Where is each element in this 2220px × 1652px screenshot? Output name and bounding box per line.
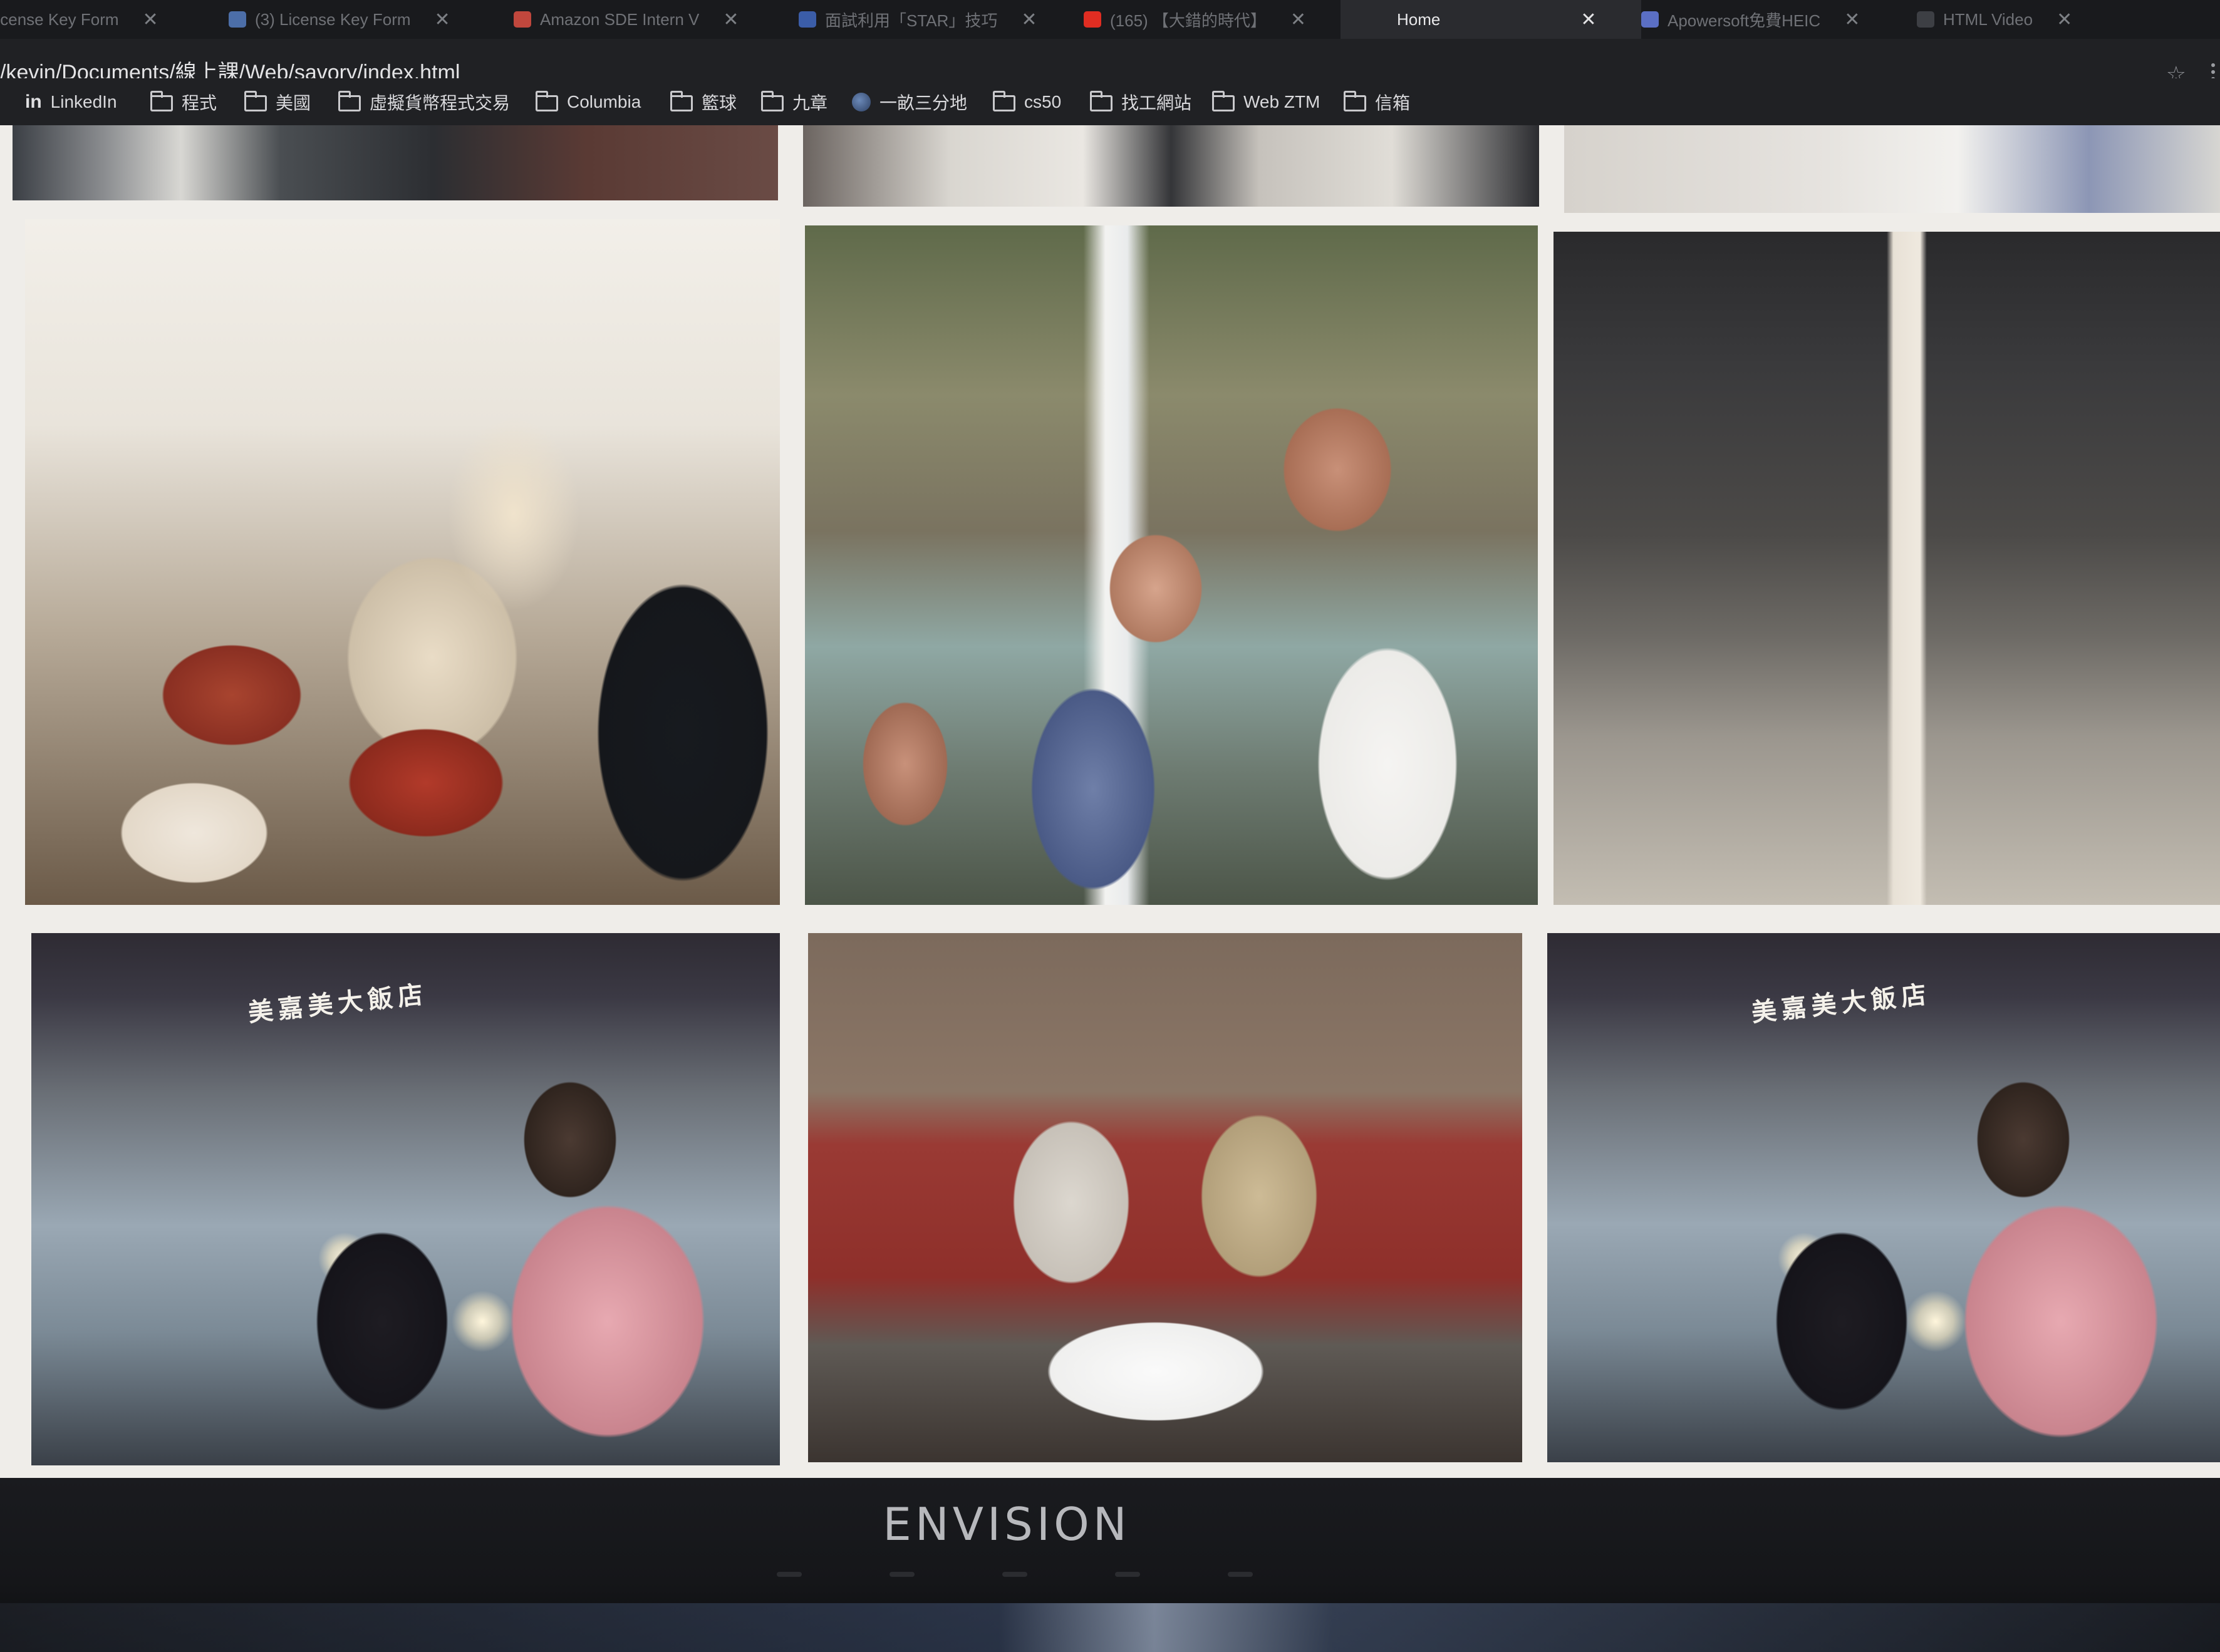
tab-html-video[interactable]: HTML Video ✕ <box>1917 0 2072 39</box>
bookmarks-bar: in LinkedIn 程式 美國 虛擬貨幣程式交易 Columbia 籃球 九… <box>0 78 2220 125</box>
bookmark-linkedin[interactable]: in LinkedIn <box>25 78 117 125</box>
gallery-photo[interactable] <box>803 125 1539 207</box>
hotel-sign-text: 美嘉美大飯店 <box>1750 980 1933 1028</box>
youtube-favicon-icon <box>1084 11 1101 28</box>
gallery-photo-waterfall-selfie[interactable] <box>805 225 1538 905</box>
bookmark-label: Columbia <box>567 91 641 111</box>
tab-star[interactable]: 面試利用「STAR」技巧 ✕ <box>799 0 1037 39</box>
bookmark-label: 找工網站 <box>1121 93 1192 113</box>
folder-icon <box>338 90 361 111</box>
monitor-button <box>1115 1572 1140 1577</box>
monitor-button <box>1228 1572 1253 1577</box>
photo-of-monitor: License Key Form ✕ (3) License Key Form … <box>0 0 2220 1652</box>
tab-home[interactable]: Home ✕ <box>1397 0 1597 39</box>
close-icon[interactable]: ✕ <box>143 9 158 31</box>
bookmark-folder-jobsites[interactable]: 找工網站 <box>1090 78 1191 125</box>
bookmark-label: cs50 <box>1024 91 1062 111</box>
page-favicon-icon <box>799 11 816 28</box>
tab-amazon[interactable]: Amazon SDE Intern V ✕ <box>514 0 739 39</box>
close-icon[interactable]: ✕ <box>1290 9 1306 31</box>
tab-label: (165) 【大錯的時代】 <box>1110 11 1267 30</box>
browser-tab-strip: License Key Form ✕ (3) License Key Form … <box>0 0 2220 39</box>
bookmark-label: 籃球 <box>702 93 737 113</box>
form-favicon-icon <box>229 11 246 28</box>
tab-label: License Key Form <box>0 9 119 29</box>
gallery-photo[interactable] <box>13 125 778 200</box>
bookmark-folder-usa[interactable]: 美國 <box>244 78 311 125</box>
folder-icon <box>150 90 173 111</box>
bookmark-folder-jiuzhang[interactable]: 九章 <box>761 78 827 125</box>
monitor-button <box>777 1572 802 1577</box>
folder-icon <box>1344 90 1366 111</box>
bookmark-label: 九章 <box>792 93 828 113</box>
monitor-button <box>1002 1572 1027 1577</box>
monitor-control-buttons <box>777 1572 1253 1591</box>
close-icon[interactable]: ✕ <box>1844 9 1860 31</box>
gallery-photo-restaurant[interactable] <box>25 219 780 905</box>
bookmark-folder-webztm[interactable]: Web ZTM <box>1212 78 1320 125</box>
close-icon[interactable]: ✕ <box>723 9 739 31</box>
bookmark-label: 一畝三分地 <box>879 93 968 113</box>
folder-icon <box>761 90 784 111</box>
bookmark-label: LinkedIn <box>50 91 117 111</box>
monitor-brand-logo: ENVISION <box>883 1498 1131 1551</box>
tab-label: HTML Video <box>1943 9 2033 29</box>
gallery-photo[interactable] <box>1564 125 2220 213</box>
gallery-photo-group-shrine[interactable] <box>1553 232 2220 905</box>
bookmark-label: 程式 <box>182 93 217 113</box>
folder-icon <box>1212 90 1235 111</box>
bookmark-label: Web ZTM <box>1243 91 1320 111</box>
folder-icon <box>670 90 693 111</box>
bookmark-label: 美國 <box>276 93 311 113</box>
close-icon[interactable]: ✕ <box>2057 9 2072 31</box>
monitor-screen: License Key Form ✕ (3) License Key Form … <box>0 0 2220 1484</box>
w3-favicon-icon <box>1917 11 1934 28</box>
tab-label: 面試利用「STAR」技巧 <box>825 11 998 30</box>
bookmark-label: 信箱 <box>1375 93 1411 113</box>
bookmark-folder-code[interactable]: 程式 <box>150 78 217 125</box>
gallery-photo-sparkler-selfie[interactable]: 美嘉美大飯店 <box>1547 933 2220 1462</box>
close-icon[interactable]: ✕ <box>1580 9 1596 31</box>
bookmark-folder-crypto[interactable]: 虛擬貨幣程式交易 <box>338 78 510 125</box>
gallery-photo-birthday-dinner[interactable] <box>808 933 1522 1462</box>
page-favicon-icon <box>1641 11 1659 28</box>
folder-icon <box>244 90 267 111</box>
folder-icon <box>1090 90 1113 111</box>
hotel-sign-text: 美嘉美大飯店 <box>246 980 430 1028</box>
gallery-photo-sparkler-selfie[interactable]: 美嘉美大飯店 <box>31 933 780 1465</box>
folder-icon <box>993 90 1015 111</box>
tab-label: Apowersoft免費HEIC <box>1668 11 1821 30</box>
bookmark-folder-columbia[interactable]: Columbia <box>536 78 641 125</box>
mail-favicon-icon <box>514 11 531 28</box>
bookmark-folder-cs50[interactable]: cs50 <box>993 78 1061 125</box>
bookmark-label: 虛擬貨幣程式交易 <box>370 93 511 113</box>
tab-youtube[interactable]: (165) 【大錯的時代】 ✕ <box>1084 0 1306 39</box>
close-icon[interactable]: ✕ <box>435 9 450 31</box>
bookmark-folder-basketball[interactable]: 籃球 <box>670 78 737 125</box>
tab-license-key-form-2[interactable]: (3) License Key Form ✕ <box>229 0 450 39</box>
bookmark-1point3acres[interactable]: 一畝三分地 <box>852 78 967 125</box>
bookmark-folder-mail[interactable]: 信箱 <box>1344 78 1410 125</box>
globe-icon <box>852 92 871 111</box>
tab-label: Amazon SDE Intern V <box>540 9 700 29</box>
folder-icon <box>536 90 558 111</box>
tab-label: (3) License Key Form <box>255 9 411 29</box>
tab-label: Home <box>1397 9 1441 29</box>
desk-reflection <box>0 1603 2220 1652</box>
monitor-button <box>890 1572 915 1577</box>
tab-license-key-form[interactable]: License Key Form ✕ <box>0 0 158 39</box>
linkedin-icon: in <box>25 91 42 112</box>
photo-gallery: 美嘉美大飯店 美嘉美大飯店 <box>0 125 2220 1484</box>
tab-apowersoft[interactable]: Apowersoft免費HEIC ✕ <box>1641 0 1860 39</box>
close-icon[interactable]: ✕ <box>1021 9 1037 31</box>
